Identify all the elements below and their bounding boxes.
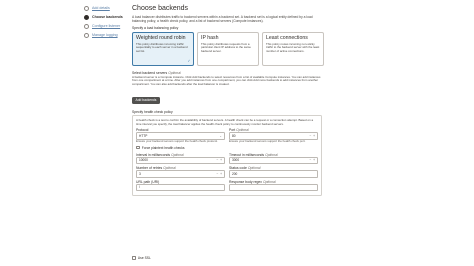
port-help: Ensure your backend servers support the …	[229, 138, 306, 143]
minus-icon[interactable]: −	[309, 158, 311, 162]
use-ssl-label: Use SSL	[137, 256, 151, 260]
protocol-port-row: Protocol HTTP ⌄ Ensure your backend serv…	[136, 128, 318, 143]
status-code-label-text: Status code	[229, 166, 247, 171]
main-content: Choose backends A load balancer distribu…	[132, 4, 324, 197]
retries-label-text: Number of retries	[136, 166, 163, 171]
response-regex-input[interactable]	[229, 183, 318, 192]
backends-desc: A backend server is a Compute instance. …	[132, 74, 321, 86]
check-icon: ✓	[187, 58, 191, 63]
step-indicator-icon	[84, 14, 89, 20]
plus-icon[interactable]: +	[220, 158, 222, 162]
add-backends-button[interactable]: Add backends	[132, 97, 160, 104]
interval-input[interactable]: 10000 − +	[136, 156, 225, 165]
optional-tag: Optional	[171, 152, 184, 157]
response-regex-label: Response body regex Optional	[229, 180, 318, 184]
retries-status-row: Number of retries Optional 3 − + Status …	[136, 166, 318, 178]
wizard-steps: Add details Choose backends Configure li…	[84, 4, 130, 40]
health-check-desc: A health check is a test to confirm the …	[136, 118, 314, 126]
step-label[interactable]: Manage logging	[92, 33, 118, 37]
optional-tag: Optional	[236, 128, 249, 133]
url-path-value: /	[139, 185, 140, 190]
wizard-step-manage-logging[interactable]: Manage logging	[84, 31, 130, 40]
timeout-value: 3000	[232, 158, 240, 163]
force-plaintext-checkbox[interactable]	[136, 145, 140, 150]
port-value: 80	[232, 134, 236, 139]
policy-card-ip-hash[interactable]: IP hash This policy distributes requests…	[197, 31, 259, 66]
optional-tag: Optional	[247, 166, 261, 171]
wizard-step-choose-backends[interactable]: Choose backends	[84, 13, 130, 22]
policy-card-weighted-round-robin[interactable]: Weighted round robin This policy distrib…	[132, 31, 194, 66]
page-title: Choose backends	[132, 5, 189, 12]
policy-label: Specify a load balancing policy	[132, 26, 179, 31]
policy-card-desc: This policy distributes incoming traffic…	[136, 41, 188, 53]
chevron-down-icon: ⌄	[219, 134, 222, 139]
interval-label: Interval in milliseconds Optional	[136, 153, 225, 157]
plus-icon[interactable]: +	[313, 134, 315, 138]
policy-card-least-connections[interactable]: Least connections This policy routes inc…	[262, 31, 324, 66]
url-path-label: URL path (URI)	[136, 179, 160, 184]
port-label-text: Port	[229, 128, 236, 133]
policy-cards: Weighted round robin This policy distrib…	[132, 31, 324, 66]
step-indicator-icon	[84, 5, 89, 11]
policy-card-title: Least connections	[266, 35, 308, 42]
protocol-value: HTTP	[139, 134, 148, 139]
interval-label-text: Interval in milliseconds	[136, 152, 171, 157]
policy-card-title: Weighted round robin	[136, 35, 186, 42]
policy-card-title: IP hash	[201, 35, 219, 42]
timeout-label: Timeout in milliseconds Optional	[229, 153, 318, 157]
policy-card-desc: This policy routes incoming non-sticky t…	[266, 41, 320, 53]
optional-tag: Optional	[163, 166, 176, 171]
step-indicator-icon	[84, 23, 89, 29]
plus-icon[interactable]: +	[220, 172, 222, 176]
timeout-label-text: Timeout in milliseconds	[229, 152, 265, 157]
protocol-help: Ensure your backend servers support the …	[136, 138, 218, 143]
interval-stepper[interactable]: − +	[216, 158, 222, 162]
use-ssl-checkbox[interactable]	[132, 256, 136, 260]
minus-icon[interactable]: −	[309, 134, 311, 138]
url-regex-row: URL path (URI) / Response body regex Opt…	[136, 180, 318, 192]
response-regex-label-text: Response body regex	[229, 179, 262, 184]
status-code-value: 200	[232, 171, 238, 176]
interval-value: 10000	[139, 158, 148, 163]
plus-icon[interactable]: +	[313, 158, 315, 162]
step-label: Choose backends	[92, 15, 123, 20]
optional-tag: Optional	[262, 179, 276, 184]
status-code-input[interactable]: 200	[229, 170, 318, 178]
retries-value: 3	[139, 171, 141, 176]
retries-input[interactable]: 3 − +	[136, 170, 225, 178]
port-stepper[interactable]: − +	[309, 134, 315, 138]
optional-tag: Optional	[265, 152, 278, 157]
timeout-stepper[interactable]: − +	[309, 158, 315, 162]
page-intro: A load balancer distributes traffic to b…	[132, 15, 313, 24]
wizard-step-add-details[interactable]: Add details	[84, 4, 130, 13]
interval-timeout-row: Interval in milliseconds Optional 10000 …	[136, 153, 318, 165]
policy-card-desc: This policy distributes requests from a …	[201, 41, 251, 53]
health-check-label: Specify health check policy	[132, 109, 173, 114]
health-check-panel: A health check is a test to confirm the …	[132, 115, 322, 197]
minus-icon[interactable]: −	[216, 172, 218, 176]
use-ssl-row[interactable]: Use SSL	[132, 256, 151, 260]
step-indicator-icon	[84, 32, 89, 38]
wizard-step-configure-listener[interactable]: Configure listener	[84, 22, 130, 31]
force-plaintext-label: Force plaintext health checks	[141, 145, 185, 150]
timeout-input[interactable]: 3000 − +	[229, 156, 318, 165]
retries-stepper[interactable]: − +	[216, 172, 222, 176]
force-plaintext-row[interactable]: Force plaintext health checks	[136, 146, 318, 150]
step-label[interactable]: Add details	[92, 6, 110, 10]
step-label[interactable]: Configure listener	[92, 24, 120, 28]
url-path-input[interactable]: /	[136, 183, 225, 192]
minus-icon[interactable]: −	[216, 158, 218, 162]
